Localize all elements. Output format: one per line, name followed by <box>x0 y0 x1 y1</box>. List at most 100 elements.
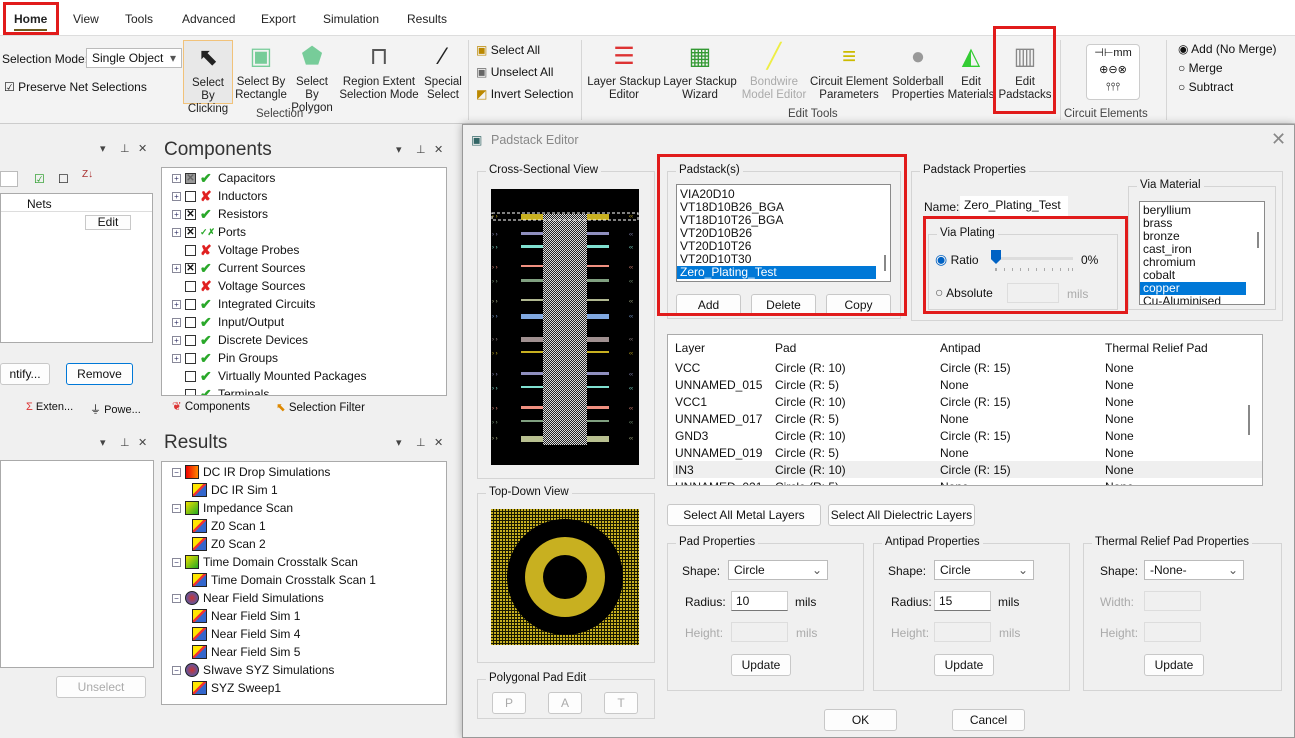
result-item[interactable]: Near Field Sim 5 <box>192 643 300 661</box>
column-header[interactable]: Thermal Relief Pad <box>1105 341 1208 355</box>
expand-icon[interactable]: + <box>172 191 181 201</box>
thermal-update-button[interactable]: Update <box>1144 654 1204 676</box>
tree-item[interactable]: + ✕ ✔ Resistors <box>172 205 268 223</box>
tree-item[interactable]: ✔ Terminals <box>172 385 269 395</box>
panel-menu-icon[interactable]: ▾ <box>100 436 106 449</box>
special-select-button[interactable]: ⁄ Special Select <box>422 40 464 102</box>
circuit-elements-gallery[interactable]: ⊣⊢mm ⊕⊖⊗ ⫯⫯⫯ <box>1086 44 1140 100</box>
pin-icon[interactable]: ⊥ <box>120 142 130 155</box>
circuit-element-params-button[interactable]: ≡ Circuit Element Parameters <box>810 40 888 102</box>
name-input[interactable]: Zero_Plating_Test <box>960 196 1068 216</box>
antipad-height-input[interactable] <box>934 622 991 642</box>
collapse-icon[interactable]: − <box>172 503 181 513</box>
bondwire-editor-button[interactable]: ╱ Bondwire Model Editor <box>738 40 810 102</box>
tab-components[interactable]: ❦ Components <box>172 399 250 413</box>
table-row[interactable]: IN3 Circle (R: 10) Circle (R: 15) None <box>673 461 1262 478</box>
check-all-icon[interactable]: ☑ <box>34 172 45 186</box>
result-item[interactable]: Near Field Sim 4 <box>192 625 300 643</box>
poly-t-button[interactable]: T <box>604 692 638 714</box>
close-icon[interactable]: ✕ <box>1271 129 1286 150</box>
edit-button[interactable]: Edit <box>85 215 131 230</box>
close-icon[interactable]: ✕ <box>138 142 147 155</box>
scrollbar[interactable] <box>1248 405 1250 435</box>
collapse-icon[interactable]: − <box>172 467 181 477</box>
close-icon[interactable]: ✕ <box>138 436 147 449</box>
tab-power[interactable]: ⏚ Powe... <box>90 401 141 417</box>
pad-shape-select[interactable]: Circle ⌄ <box>728 560 828 580</box>
tab-tools[interactable]: Tools <box>125 12 153 26</box>
material-list-item[interactable]: Cu-Aluminised <box>1140 295 1246 305</box>
via-material-list[interactable]: beryllium brass bronze cast_iron chromium cob… <box>1139 201 1265 305</box>
poly-p-button[interactable]: P <box>492 692 526 714</box>
expand-icon[interactable]: + <box>172 353 181 363</box>
pad-radius-input[interactable]: 10 <box>731 591 788 611</box>
result-item[interactable]: DC IR Sim 1 <box>192 481 278 499</box>
checkbox[interactable] <box>185 316 196 328</box>
table-row[interactable]: UNNAMED_019 Circle (R: 5) None None <box>673 444 1262 461</box>
tree-item[interactable]: + ✕ ✔ Capacitors <box>172 169 275 187</box>
tree-item[interactable]: + ✔ Input/Output <box>172 313 284 331</box>
checkbox[interactable] <box>185 244 196 256</box>
result-item[interactable]: Time Domain Crosstalk Scan 1 <box>192 571 376 589</box>
checkbox[interactable] <box>185 298 196 310</box>
expand-icon[interactable]: + <box>172 317 181 327</box>
tree-item[interactable]: ✘ Voltage Probes <box>172 241 299 259</box>
checkbox[interactable] <box>185 190 196 202</box>
cancel-button[interactable]: Cancel <box>952 709 1025 731</box>
unselect-all-button[interactable]: ▣ Unselect All <box>476 65 553 79</box>
merge-radio[interactable]: ○ Merge <box>1178 61 1223 75</box>
region-extent-button[interactable]: ⊓ Region Extent Selection Mode <box>338 40 420 102</box>
tree-item[interactable]: + ✔ Integrated Circuits <box>172 295 315 313</box>
unselect-button[interactable]: Unselect <box>56 676 146 698</box>
tab-export[interactable]: Export <box>261 12 296 26</box>
table-row[interactable]: UNNAMED_021 Circle (R: 5) None None <box>673 478 1262 485</box>
checkbox[interactable] <box>185 352 196 364</box>
tree-item[interactable]: + ✕ ✓✗ Ports <box>172 223 246 241</box>
pin-icon[interactable]: ⊥ <box>120 436 130 449</box>
tree-item[interactable]: + ✕ ✔ Current Sources <box>172 259 305 277</box>
expand-icon[interactable]: + <box>172 263 181 273</box>
select-all-dielectric-button[interactable]: Select All Dielectric Layers <box>828 504 975 526</box>
checkbox[interactable] <box>185 334 196 346</box>
checkbox[interactable]: ✕ <box>185 226 196 238</box>
checkbox[interactable] <box>185 280 196 292</box>
edit-materials-button[interactable]: ◭ Edit Materials <box>946 40 996 102</box>
tree-item[interactable]: + ✔ Pin Groups <box>172 349 278 367</box>
invert-selection-button[interactable]: ◩ Invert Selection <box>476 87 573 101</box>
close-icon[interactable]: ✕ <box>434 436 443 449</box>
solderball-properties-button[interactable]: ● Solderball Properties <box>888 40 948 102</box>
select-by-rectangle-button[interactable]: ▣ Select By Rectangle <box>234 40 288 102</box>
table-row[interactable]: VCC Circle (R: 10) Circle (R: 15) None <box>673 359 1262 376</box>
pin-icon[interactable]: ⊥ <box>416 143 426 156</box>
close-icon[interactable]: ✕ <box>434 143 443 156</box>
table-row[interactable]: UNNAMED_015 Circle (R: 5) None None <box>673 376 1262 393</box>
preserve-net-checkbox[interactable]: ☑ Preserve Net Selections <box>4 80 147 94</box>
add-no-merge-radio[interactable]: ◉ Add (No Merge) <box>1178 42 1277 56</box>
tree-item[interactable]: + ✔ Discrete Devices <box>172 331 308 349</box>
result-item[interactable]: SYZ Sweep1 <box>192 679 281 697</box>
column-header[interactable]: Pad <box>775 341 796 355</box>
expand-icon[interactable]: + <box>172 209 181 219</box>
antipad-shape-select[interactable]: Circle ⌄ <box>934 560 1034 580</box>
tab-view[interactable]: View <box>73 12 99 26</box>
panel-menu-icon[interactable]: ▾ <box>396 143 402 156</box>
collapse-icon[interactable]: − <box>172 665 181 675</box>
tab-extended[interactable]: Σ Exten... <box>26 401 73 413</box>
thermal-width-input[interactable] <box>1144 591 1201 611</box>
result-item[interactable]: Near Field Sim 1 <box>192 607 300 625</box>
result-group[interactable]: − Near Field Simulations <box>172 589 324 607</box>
pin-icon[interactable]: ⊥ <box>416 436 426 449</box>
layer-stackup-wizard-button[interactable]: ▦ Layer Stackup Wizard <box>662 40 738 102</box>
expand-icon[interactable]: + <box>172 227 181 237</box>
result-group[interactable]: − DC IR Drop Simulations <box>172 463 330 481</box>
antipad-radius-input[interactable]: 15 <box>934 591 991 611</box>
filter-input[interactable] <box>0 171 18 187</box>
select-by-clicking-button[interactable]: ⬉ Select By Clicking <box>183 40 233 115</box>
scrollbar[interactable] <box>1257 232 1259 248</box>
select-by-polygon-button[interactable]: ⬟ Select By Polygon <box>288 40 336 115</box>
collapse-icon[interactable]: − <box>172 557 181 567</box>
select-all-metal-button[interactable]: Select All Metal Layers <box>667 504 821 526</box>
tree-item[interactable]: + ✘ Inductors <box>172 187 267 205</box>
collapse-icon[interactable]: − <box>172 593 181 603</box>
result-group[interactable]: − Time Domain Crosstalk Scan <box>172 553 358 571</box>
